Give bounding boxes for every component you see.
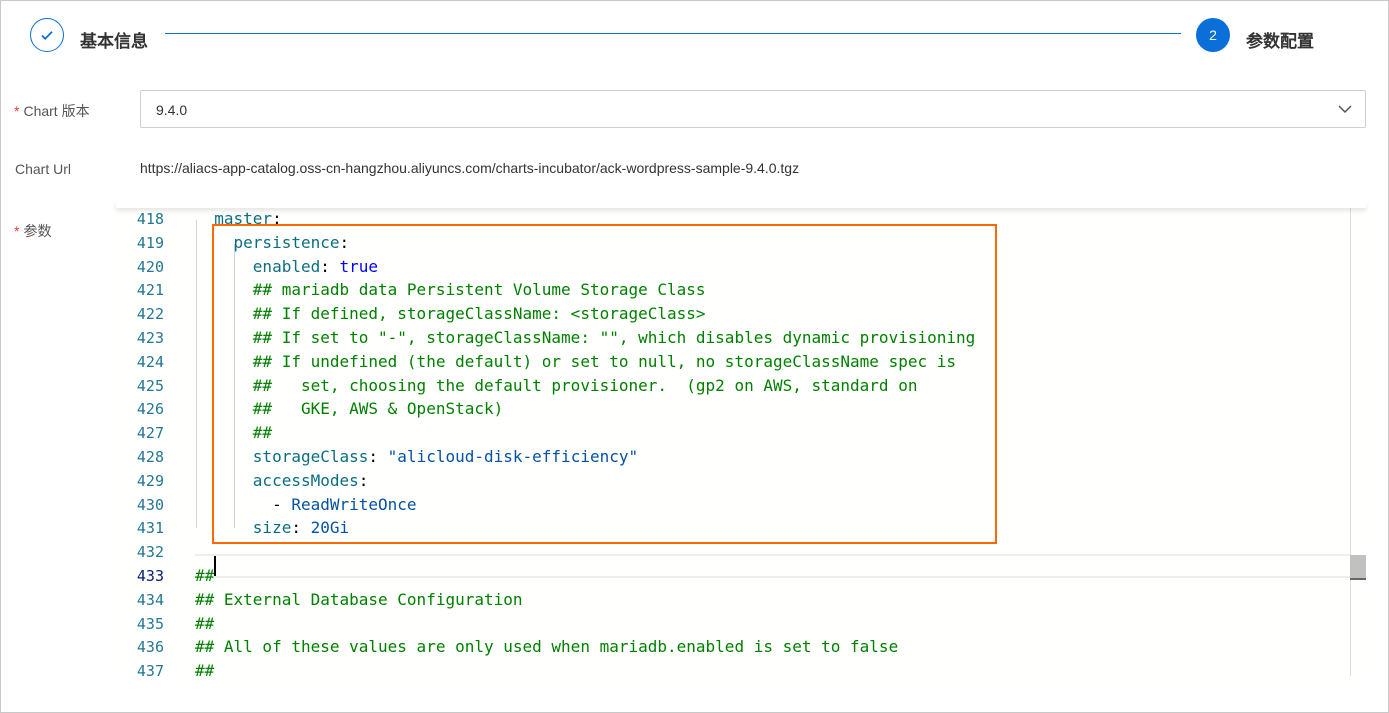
line-number: 436 bbox=[136, 638, 164, 657]
code-line: ## bbox=[195, 566, 215, 585]
chart-version-label: * Chart 版本 bbox=[14, 101, 90, 121]
step-1-done-icon bbox=[30, 18, 64, 52]
code-line: ## bbox=[195, 613, 215, 633]
line-number: 425 bbox=[136, 376, 164, 395]
line-number: 431 bbox=[136, 519, 164, 538]
line-number: 421 bbox=[136, 281, 164, 300]
highlight-box bbox=[212, 224, 997, 544]
line-number: 418 bbox=[136, 210, 164, 228]
line-number: 420 bbox=[136, 257, 164, 276]
chart-version-label-text: Chart 版本 bbox=[23, 103, 90, 119]
code-line: ## External Database Configuration bbox=[195, 589, 523, 609]
line-number: 419 bbox=[136, 233, 164, 252]
line-number: 429 bbox=[136, 471, 164, 490]
step-2-circle: 2 bbox=[1196, 18, 1230, 52]
required-mark: * bbox=[14, 223, 20, 239]
line-number: 424 bbox=[136, 352, 164, 371]
params-label-text: 参数 bbox=[23, 223, 52, 239]
editor-top-shadow bbox=[116, 200, 1366, 208]
line-number: 435 bbox=[136, 614, 164, 633]
code-line: ## bbox=[195, 661, 215, 676]
vertical-scrollbar-thumb[interactable] bbox=[1350, 555, 1366, 580]
chevron-down-icon bbox=[1338, 105, 1352, 114]
step-connector bbox=[165, 33, 1181, 34]
check-icon bbox=[41, 31, 53, 40]
line-number: 433 bbox=[136, 567, 164, 585]
required-mark: * bbox=[14, 103, 20, 119]
line-number: 432 bbox=[136, 543, 164, 562]
text-cursor bbox=[214, 556, 216, 576]
line-number: 423 bbox=[136, 329, 164, 347]
current-line-highlight bbox=[195, 554, 1350, 578]
chart-version-value: 9.4.0 bbox=[156, 102, 188, 118]
line-number: 426 bbox=[136, 400, 164, 419]
line-number: 428 bbox=[136, 448, 164, 466]
params-label: * 参数 bbox=[14, 221, 51, 241]
chart-version-select[interactable]: 9.4.0 bbox=[140, 90, 1366, 128]
vertical-scrollbar-track[interactable] bbox=[1350, 208, 1351, 676]
chart-url-value: https://aliacs-app-catalog.oss-cn-hangzh… bbox=[140, 160, 800, 176]
line-number: 430 bbox=[136, 495, 164, 514]
line-number: 422 bbox=[136, 305, 164, 324]
step-2-label: 参数配置 bbox=[1246, 32, 1314, 51]
line-number: 437 bbox=[136, 662, 164, 676]
code-line: ## All of these values are only used whe… bbox=[195, 637, 899, 657]
line-number: 434 bbox=[136, 590, 164, 609]
step-1-label: 基本信息 bbox=[80, 32, 148, 51]
line-number: 427 bbox=[136, 424, 164, 443]
chart-url-label: Chart Url bbox=[15, 161, 72, 177]
line-number-gutter: 418 419 420 421 422 423 424 425 426 427 428 429 430 4… bbox=[116, 208, 164, 676]
step-2-number: 2 bbox=[1209, 27, 1217, 43]
